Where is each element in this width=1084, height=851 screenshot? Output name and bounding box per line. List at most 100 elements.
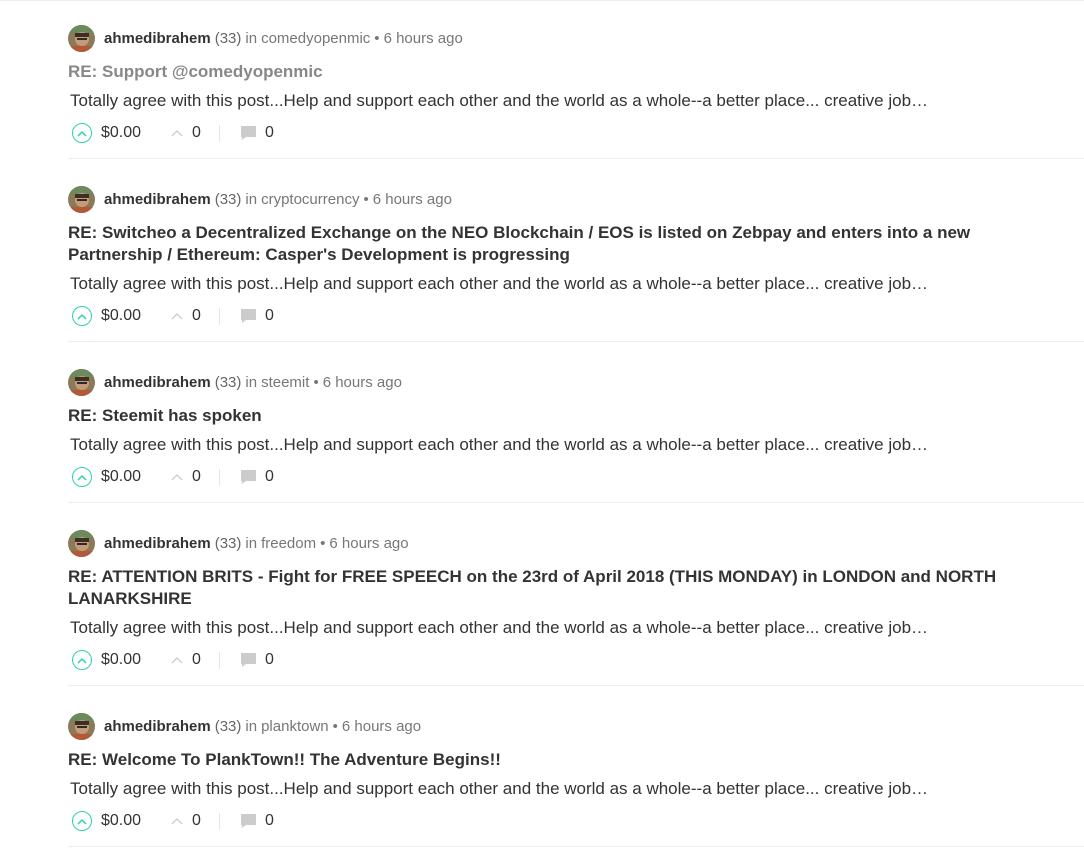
vote-caret-icon: [171, 313, 183, 320]
votes-count-button[interactable]: 0: [170, 468, 220, 486]
votes-count: 0: [192, 468, 201, 485]
category-link[interactable]: freedom: [261, 535, 316, 552]
post-excerpt[interactable]: Totally agree with this post...Help and …: [70, 90, 928, 112]
chevron-up-icon: [77, 130, 87, 137]
post-divider: [68, 502, 1084, 503]
payout-value[interactable]: $0.00: [101, 468, 141, 486]
meta-separator: •: [332, 717, 338, 735]
post-meta: ahmedibrahem (33) in cryptocurrency • 6 …: [68, 185, 452, 213]
category-link[interactable]: cryptocurrency: [261, 191, 359, 208]
post-time[interactable]: 6 hours ago: [323, 374, 402, 391]
feed-item: ahmedibrahem (33) in comedyopenmic • 6 h…: [68, 24, 1084, 159]
comments-button[interactable]: 0: [240, 307, 274, 325]
votes-count: 0: [192, 307, 201, 324]
upvote-button[interactable]: [72, 123, 92, 143]
author-link[interactable]: ahmedibrahem: [104, 191, 211, 208]
post-time[interactable]: 6 hours ago: [329, 535, 408, 552]
votes-count: 0: [192, 651, 201, 668]
votes-count: 0: [192, 124, 201, 141]
votes-count-button[interactable]: 0: [170, 812, 220, 830]
comment-icon: [240, 814, 256, 828]
payout-value[interactable]: $0.00: [101, 651, 141, 669]
category-link[interactable]: steemit: [261, 374, 309, 391]
upvote-button[interactable]: [72, 306, 92, 326]
author-link[interactable]: ahmedibrahem: [104, 718, 211, 735]
votes-count-button[interactable]: 0: [170, 307, 220, 325]
post-divider: [68, 685, 1084, 686]
comments-button[interactable]: 0: [240, 468, 274, 486]
post-title[interactable]: RE: Welcome To PlankTown!! The Adventure…: [68, 749, 1068, 771]
divider: [218, 651, 220, 669]
feed-item: ahmedibrahem (33) in cryptocurrency • 6 …: [68, 185, 1084, 342]
chevron-up-icon: [77, 474, 87, 481]
comment-icon: [240, 470, 256, 484]
post-time[interactable]: 6 hours ago: [342, 718, 421, 735]
vote-caret-icon: [171, 130, 183, 137]
reputation-score: (33): [214, 29, 242, 47]
meta-separator: •: [374, 29, 380, 47]
avatar[interactable]: [68, 185, 95, 213]
reputation-score: (33): [214, 717, 242, 735]
feed-item: ahmedibrahem (33) in planktown • 6 hours…: [68, 712, 1084, 847]
divider: [218, 124, 220, 142]
comments-button[interactable]: 0: [240, 812, 274, 830]
votes-count-button[interactable]: 0: [170, 124, 220, 142]
meta-separator: •: [363, 190, 369, 208]
feed-item: ahmedibrahem (33) in freedom • 6 hours a…: [68, 529, 1084, 686]
category-link[interactable]: comedyopenmic: [261, 30, 370, 47]
post-title[interactable]: RE: Steemit has spoken: [68, 405, 1068, 427]
comments-button[interactable]: 0: [240, 651, 274, 669]
comment-icon: [240, 126, 256, 140]
post-excerpt[interactable]: Totally agree with this post...Help and …: [70, 778, 928, 800]
meta-separator: •: [313, 373, 319, 391]
reputation-score: (33): [214, 373, 242, 391]
comment-icon: [240, 653, 256, 667]
post-meta: ahmedibrahem (33) in freedom • 6 hours a…: [68, 529, 409, 557]
post-footer: $0.00 0 0: [72, 304, 274, 328]
post-excerpt[interactable]: Totally agree with this post...Help and …: [70, 434, 928, 456]
reputation-score: (33): [214, 190, 242, 208]
post-title[interactable]: RE: Support @comedyopenmic: [68, 61, 1068, 83]
chevron-up-icon: [77, 657, 87, 664]
chevron-up-icon: [77, 313, 87, 320]
post-time[interactable]: 6 hours ago: [373, 191, 452, 208]
avatar[interactable]: [68, 529, 95, 557]
comments-button[interactable]: 0: [240, 124, 274, 142]
author-link[interactable]: ahmedibrahem: [104, 374, 211, 391]
upvote-button[interactable]: [72, 467, 92, 487]
top-divider: [0, 0, 1084, 1]
post-time[interactable]: 6 hours ago: [384, 30, 463, 47]
author-link[interactable]: ahmedibrahem: [104, 30, 211, 47]
chevron-up-icon: [77, 818, 87, 825]
votes-count-button[interactable]: 0: [170, 651, 220, 669]
post-footer: $0.00 0 0: [72, 465, 274, 489]
upvote-button[interactable]: [72, 650, 92, 670]
post-divider: [68, 341, 1084, 342]
comments-count: 0: [264, 812, 274, 829]
divider: [218, 812, 220, 830]
avatar[interactable]: [68, 368, 95, 396]
category-link[interactable]: planktown: [261, 718, 329, 735]
divider: [218, 307, 220, 325]
upvote-button[interactable]: [72, 811, 92, 831]
post-divider: [68, 158, 1084, 159]
votes-count: 0: [192, 812, 201, 829]
post-title[interactable]: RE: ATTENTION BRITS - Fight for FREE SPE…: [68, 566, 1068, 610]
payout-value[interactable]: $0.00: [101, 812, 141, 830]
avatar[interactable]: [68, 24, 95, 52]
post-excerpt[interactable]: Totally agree with this post...Help and …: [70, 273, 928, 295]
author-link[interactable]: ahmedibrahem: [104, 535, 211, 552]
post-excerpt[interactable]: Totally agree with this post...Help and …: [70, 617, 928, 639]
post-footer: $0.00 0 0: [72, 121, 274, 145]
payout-value[interactable]: $0.00: [101, 124, 141, 142]
comments-count: 0: [264, 651, 274, 668]
post-footer: $0.00 0 0: [72, 809, 274, 833]
in-label: in: [245, 29, 258, 47]
payout-value[interactable]: $0.00: [101, 307, 141, 325]
post-title[interactable]: RE: Switcheo a Decentralized Exchange on…: [68, 222, 1068, 266]
avatar[interactable]: [68, 712, 95, 740]
vote-caret-icon: [171, 474, 183, 481]
feed-item: ahmedibrahem (33) in steemit • 6 hours a…: [68, 368, 1084, 503]
divider: [218, 468, 220, 486]
in-label: in: [245, 190, 258, 208]
